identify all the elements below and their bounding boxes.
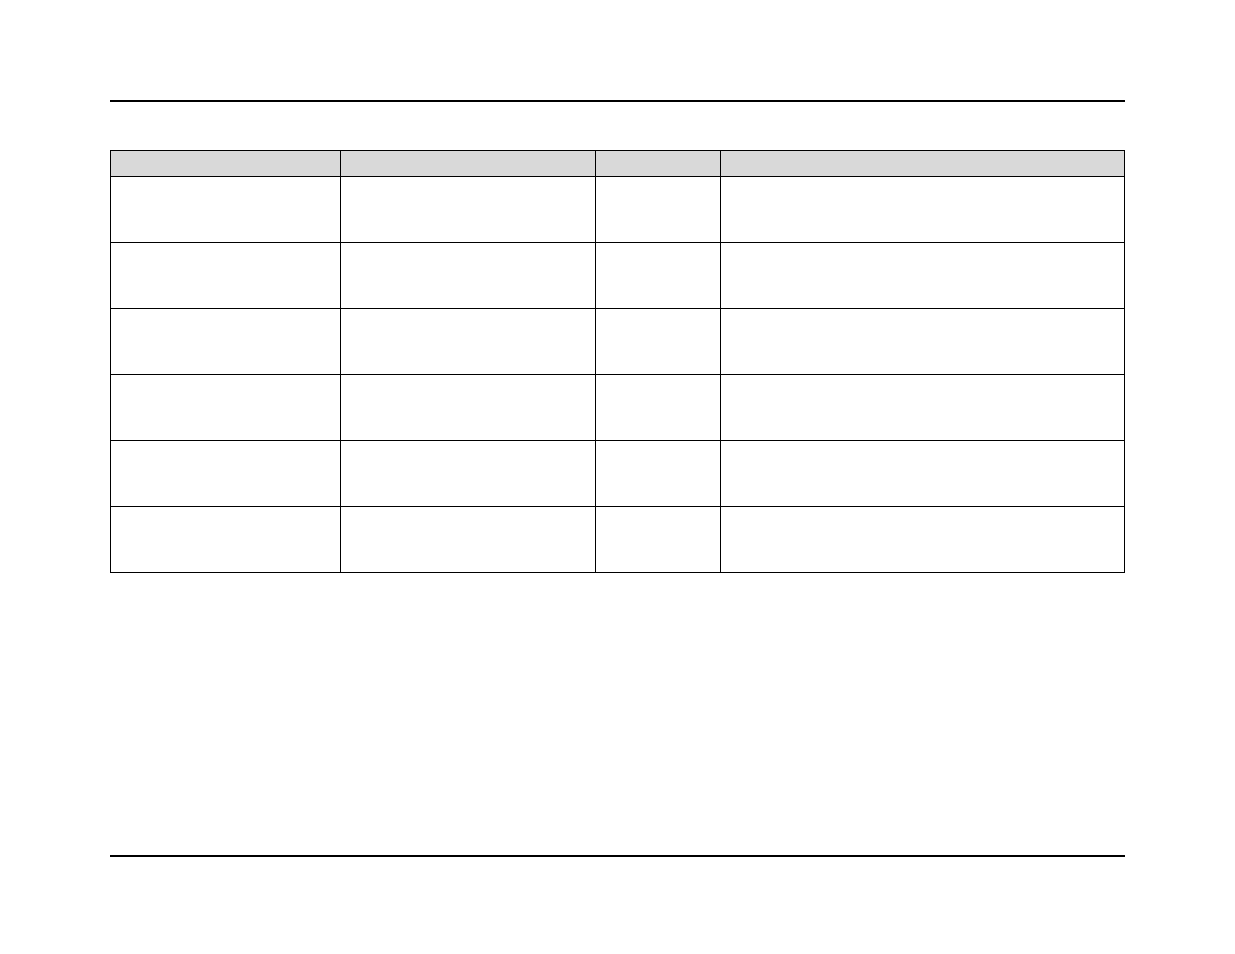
- document-page: [0, 0, 1235, 954]
- table-cell: [721, 375, 1125, 441]
- table-header-cell: [111, 151, 341, 177]
- table-header-cell: [341, 151, 596, 177]
- table-cell: [341, 177, 596, 243]
- data-table: [110, 150, 1125, 573]
- table-cell: [341, 441, 596, 507]
- table-cell: [111, 243, 341, 309]
- table-row: [111, 441, 1125, 507]
- table-row: [111, 375, 1125, 441]
- table-row: [111, 243, 1125, 309]
- table-cell: [596, 441, 721, 507]
- table-header-cell: [721, 151, 1125, 177]
- table-cell: [596, 177, 721, 243]
- table-cell: [111, 507, 341, 573]
- table-cell: [721, 177, 1125, 243]
- table-cell: [596, 507, 721, 573]
- table-cell: [721, 309, 1125, 375]
- table-cell: [341, 309, 596, 375]
- table-cell: [596, 243, 721, 309]
- table-cell: [721, 507, 1125, 573]
- table-cell: [111, 375, 341, 441]
- table-header-cell: [596, 151, 721, 177]
- header-rule: [110, 100, 1125, 102]
- table-cell: [341, 507, 596, 573]
- table-cell: [111, 309, 341, 375]
- footer-rule: [110, 855, 1125, 857]
- table-cell: [341, 243, 596, 309]
- table-row: [111, 507, 1125, 573]
- table-cell: [111, 441, 341, 507]
- table-container: [110, 150, 1125, 573]
- table-cell: [111, 177, 341, 243]
- table-cell: [596, 375, 721, 441]
- table-header-row: [111, 151, 1125, 177]
- table-cell: [596, 309, 721, 375]
- table-cell: [721, 441, 1125, 507]
- table-cell: [721, 243, 1125, 309]
- table-cell: [341, 375, 596, 441]
- table-row: [111, 177, 1125, 243]
- table-row: [111, 309, 1125, 375]
